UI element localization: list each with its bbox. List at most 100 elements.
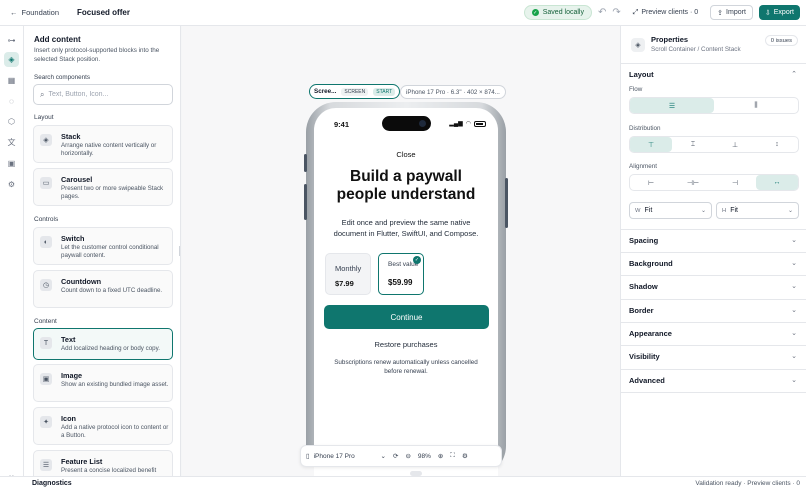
width-value: Fit [644,207,653,214]
distribution-label: Distribution [629,125,661,132]
component-card-feature-list[interactable]: ☰ Feature List Present a concise localiz… [33,450,173,476]
search-box[interactable]: ⌕ [33,84,173,105]
zoom-in-icon[interactable]: ⊕ [438,452,443,460]
card-title: Switch [61,234,85,243]
distribute-start-icon[interactable]: ⊤ [630,137,672,152]
translate-icon[interactable]: 文 [4,135,19,150]
phone-screen: 9:41 ▂▄▆ ◠ Close Build a paywall people … [314,108,498,476]
flow-vertical-icon[interactable]: ☰ [630,98,714,113]
height-select[interactable]: H Fit ⌄ [716,202,799,219]
paywall-body[interactable]: Edit once and preview the same native do… [332,218,480,239]
flow-horizontal-icon[interactable]: ⫼ [714,98,798,113]
section-layout-title[interactable]: Layout [629,70,654,79]
component-card-countdown[interactable]: ◷ Countdown Count down to a fixed UTC de… [33,270,173,308]
card-desc: Arrange native content vertically or hor… [61,142,157,158]
check-circle-icon: ✓ [531,9,539,16]
list-icon: ☰ [40,459,52,471]
width-select[interactable]: W Fit ⌄ [629,202,712,219]
chevron-down-icon[interactable]: ⌄ [791,236,797,244]
layers-icon[interactable]: ◈ [4,52,19,67]
component-card-switch[interactable]: ◐ Switch Let the customer control condit… [33,227,173,265]
section-border[interactable]: Border [629,306,654,315]
component-card-text[interactable]: T Text Add localized heading or body cop… [33,328,173,360]
distribute-center-icon[interactable]: ⌶ [672,137,714,152]
chevron-down-icon[interactable]: ⌄ [791,352,797,360]
issues-badge[interactable]: 0 issues [764,35,798,46]
status-icons: ▂▄▆ ◠ [449,120,486,127]
component-card-carousel[interactable]: ▭ Carousel Present two or more swipeable… [33,168,173,206]
back-button[interactable]: ← Foundation [10,8,59,17]
chevron-up-icon[interactable]: ⌃ [791,70,797,78]
section-appearance[interactable]: Appearance [629,329,672,338]
section-background[interactable]: Background [629,259,673,268]
align-start-icon[interactable]: ⊢ [630,175,672,190]
zoom-out-icon[interactable]: ⊖ [405,452,410,460]
chevron-down-icon[interactable]: ⌄ [791,306,797,314]
redo-icon[interactable]: ↷ [612,7,620,18]
phone-icon: ▯ [306,453,310,460]
section-shadow[interactable]: Shadow [629,282,658,291]
flow-icon[interactable]: ⊶ [4,33,19,48]
section-advanced[interactable]: Advanced [629,376,665,385]
preview-clients-button[interactable]: ⤢ Preview clients · 0 [627,5,704,20]
package-icon[interactable]: ⬡ [4,114,19,129]
flow-label: Flow [629,86,643,93]
paywall-headline[interactable]: Build a paywall people understand [324,168,488,204]
divider [621,299,806,300]
stack-icon: ◈ [40,134,52,146]
distribute-end-icon[interactable]: ⊥ [714,137,756,152]
section-label-controls: Controls [34,216,59,223]
back-label: Foundation [21,8,60,17]
arrow-left-icon: ← [10,8,18,17]
chevron-down-icon[interactable]: ⌄ [791,259,797,267]
component-card-image[interactable]: ▣ Image Show an existing bundled image a… [33,364,173,402]
section-spacing[interactable]: Spacing [629,236,658,245]
check-icon: ✓ [413,256,421,264]
undo-icon[interactable]: ↶ [598,7,606,18]
fit-screen-icon[interactable]: ⛶ [450,452,455,460]
continue-button[interactable]: Continue [324,305,489,329]
export-button[interactable]: ⇩ Export [758,5,800,20]
fine-print[interactable]: Subscriptions renew automatically unless… [334,359,478,376]
search-input[interactable] [48,91,159,98]
section-visibility[interactable]: Visibility [629,352,660,361]
phone-side-button [505,178,508,228]
card-desc: Count down to a fixed UTC deadline. [61,287,163,294]
distribute-space-icon[interactable]: ↕ [756,137,798,152]
stack-icon: ◈ [631,38,645,52]
close-button[interactable]: Close [314,150,498,159]
search-label: Search components [34,74,91,81]
device-chip[interactable]: iPhone 17 Pro · 6.3" · 402 × 874... [400,85,506,99]
settings-icon[interactable]: ⚙ [4,177,19,192]
card-title: Icon [61,414,76,423]
component-card-stack[interactable]: ◈ Stack Arrange native content verticall… [33,125,173,163]
card-title: Carousel [61,175,93,184]
divider [621,229,806,230]
chat-icon[interactable]: ◌ [4,94,19,109]
chevron-down-icon[interactable]: ⌄ [791,282,797,290]
rotate-icon[interactable]: ⟳ [393,452,398,460]
image-icon[interactable]: ▣ [4,156,19,171]
restore-purchases-button[interactable]: Restore purchases [314,340,498,349]
phone-side-button [304,184,307,220]
settings-icon[interactable]: ⚙ [462,452,468,460]
grid-icon[interactable]: ▦ [4,73,19,88]
device-select[interactable]: ▯ iPhone 17 Pro ⌄ [306,452,386,461]
card-desc: Let the customer control conditional pay… [61,244,159,260]
link-icon: ⤢ [632,8,639,16]
plan-monthly[interactable]: Monthly $7.99 [325,253,371,295]
card-title: Countdown [61,277,102,286]
chevron-down-icon[interactable]: ⌄ [791,376,797,384]
component-card-icon[interactable]: ✦ Icon Add a native protocol icon to con… [33,407,173,445]
selection-path: Scroll Container / Content Stack [651,46,741,53]
import-button[interactable]: ⇪ Import [710,5,753,20]
screen-chip[interactable]: Scree... SCREEN START [309,84,401,99]
saved-status-badge: ✓ Saved locally [523,5,592,20]
diagnostics-tab[interactable]: Diagnostics [32,480,72,487]
align-end-icon[interactable]: ⊣ [714,175,756,190]
align-center-icon[interactable]: ⊣⊢ [672,175,714,190]
chevron-down-icon[interactable]: ⌄ [791,329,797,337]
align-stretch-icon[interactable]: ↔ [756,175,798,190]
plan-best-value[interactable]: Best value $59.99 ✓ [378,253,424,295]
chevron-down-icon: ⌄ [380,453,386,460]
